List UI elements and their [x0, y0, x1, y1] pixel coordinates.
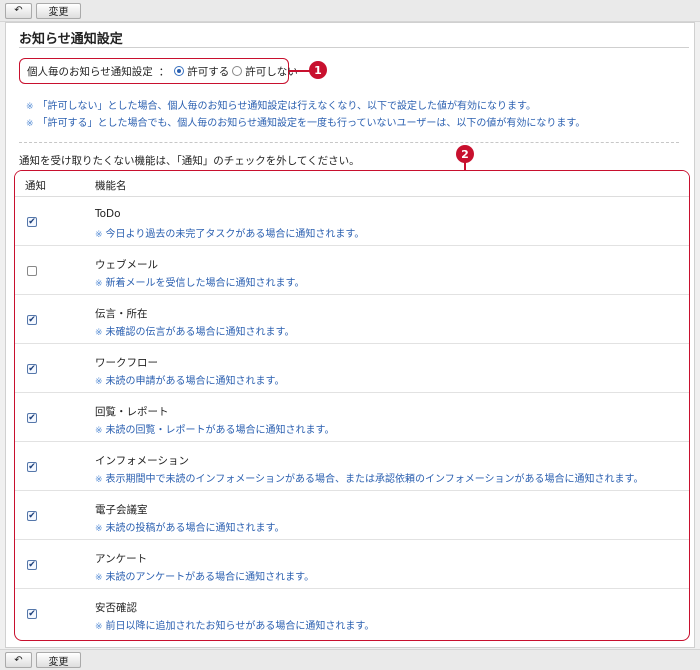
- function-name: 電子会議室: [95, 504, 148, 516]
- notify-checkbox[interactable]: ✔: [27, 364, 37, 374]
- note-star-icon: ※: [95, 622, 103, 632]
- note-star-icon: ※: [95, 573, 103, 583]
- note-2-text: 「許可する」とした場合でも、個人毎のお知らせ通知設定を一度も行っていないユーザー…: [37, 118, 586, 129]
- function-name: 伝言・所在: [95, 308, 148, 320]
- notify-checkbox[interactable]: ✔: [27, 609, 37, 619]
- change-button[interactable]: 変更: [36, 652, 81, 668]
- function-name: アンケート: [95, 553, 148, 565]
- personal-setting-label: 個人毎のお知らせ通知設定: [27, 65, 153, 78]
- label-separator: ：: [158, 65, 170, 78]
- header-function-name: 機能名: [95, 180, 127, 192]
- notify-checkbox[interactable]: [27, 266, 37, 276]
- table-row: ✔ ワークフロー ※ 未読の申請がある場合に通知されます。: [15, 344, 689, 393]
- function-desc: ※ 新着メールを受信した場合に通知されます。: [95, 274, 305, 289]
- function-name: ワークフロー: [95, 357, 158, 369]
- notify-checkbox[interactable]: ✔: [27, 511, 37, 521]
- note-2: ※ 「許可する」とした場合でも、個人毎のお知らせ通知設定を一度も行っていないユーザ…: [26, 114, 585, 129]
- function-desc: ※ 未読のアンケートがある場合に通知されます。: [95, 568, 314, 583]
- function-name: インフォメーション: [95, 455, 189, 467]
- table-row: ✔ ToDo ※ 今日より過去の未完了タスクがある場合に通知されます。: [15, 197, 689, 246]
- function-desc-text: 前日以降に追加されたお知らせがある場合に通知されます。: [105, 621, 375, 632]
- page-title: お知らせ通知設定: [19, 32, 123, 47]
- function-name: 回覧・レポート: [95, 406, 169, 418]
- function-desc-text: 未確認の伝言がある場合に通知されます。: [105, 327, 295, 338]
- dashed-divider: [19, 142, 679, 143]
- function-desc-text: 今日より過去の未完了タスクがある場合に通知されます。: [105, 229, 365, 240]
- radio-allow[interactable]: 許可する: [174, 64, 229, 79]
- back-arrow-icon: ↶: [14, 654, 23, 666]
- instruction-text: 通知を受け取りたくない機能は、「通知」のチェックを外してください。: [19, 155, 360, 167]
- function-desc: ※ 未読の投稿がある場合に通知されます。: [95, 519, 285, 534]
- notify-checkbox[interactable]: ✔: [27, 413, 37, 423]
- table-row: ✔ 伝言・所在 ※ 未確認の伝言がある場合に通知されます。: [15, 295, 689, 344]
- table-header: 通知 機能名: [15, 171, 689, 197]
- table-row: ウェブメール ※ 新着メールを受信した場合に通知されます。: [15, 246, 689, 295]
- radio-allow-label: 許可する: [187, 65, 230, 78]
- function-name: 安否確認: [95, 602, 137, 614]
- header-notify: 通知: [25, 180, 46, 192]
- bottom-toolbar: ↶ 変更: [0, 649, 700, 670]
- table-row: ✔ インフォメーション ※ 表示期間中で未読のインフォメーションがある場合、または…: [15, 442, 689, 491]
- title-divider: [19, 47, 689, 48]
- back-button[interactable]: ↶: [5, 2, 32, 19]
- back-button[interactable]: ↶: [5, 652, 32, 668]
- note-star-icon: ※: [95, 279, 103, 289]
- note-star-icon: ※: [95, 328, 103, 338]
- notify-checkbox[interactable]: ✔: [27, 315, 37, 325]
- notify-checkbox[interactable]: ✔: [27, 217, 37, 227]
- function-desc-text: 未読のアンケートがある場合に通知されます。: [105, 572, 315, 583]
- function-desc: ※ 未読の申請がある場合に通知されます。: [95, 372, 285, 387]
- marker-1-badge: 1: [309, 61, 327, 79]
- change-button[interactable]: 変更: [36, 2, 81, 19]
- note-star-icon: ※: [95, 475, 103, 485]
- function-desc-text: 表示期間中で未読のインフォメーションがある場合、または承認依頼のインフォメーショ…: [105, 474, 644, 485]
- note-2-star-icon: ※: [26, 119, 34, 129]
- table-row: ✔ 回覧・レポート ※ 未読の回覧・レポートがある場合に通知されます。: [15, 393, 689, 442]
- function-desc-text: 新着メールを受信した場合に通知されます。: [105, 278, 305, 289]
- note-star-icon: ※: [95, 377, 103, 387]
- marker-2-badge: 2: [456, 145, 474, 163]
- note-1-text: 「許可しない」とした場合、個人毎のお知らせ通知設定は行えなくなり、以下で設定した…: [37, 101, 536, 112]
- function-desc-text: 未読の投稿がある場合に通知されます。: [105, 523, 285, 534]
- table-row: ✔ アンケート ※ 未読のアンケートがある場合に通知されます。: [15, 540, 689, 589]
- marker-1-leader: [289, 70, 311, 72]
- notify-checkbox[interactable]: ✔: [27, 462, 37, 472]
- notification-table: 通知 機能名 ✔ ToDo ※ 今日より過去の未完了タスクがある場合に通知されます…: [14, 170, 690, 641]
- note-1-star-icon: ※: [26, 102, 34, 112]
- table-row: ✔ 電子会議室 ※ 未読の投稿がある場合に通知されます。: [15, 491, 689, 540]
- function-desc: ※ 今日より過去の未完了タスクがある場合に通知されます。: [95, 225, 364, 240]
- top-toolbar: ↶ 変更: [0, 0, 700, 22]
- table-row: ✔ 安否確認 ※ 前日以降に追加されたお知らせがある場合に通知されます。: [15, 589, 689, 638]
- radio-allow-circle[interactable]: [174, 66, 185, 76]
- notify-checkbox[interactable]: ✔: [27, 560, 37, 570]
- note-star-icon: ※: [95, 426, 103, 436]
- radio-deny-circle[interactable]: [232, 66, 243, 76]
- personal-setting-box: 個人毎のお知らせ通知設定 ： 許可する 許可しない: [19, 58, 298, 84]
- note-star-icon: ※: [95, 230, 103, 240]
- function-desc: ※ 未確認の伝言がある場合に通知されます。: [95, 323, 295, 338]
- function-desc: ※ 前日以降に追加されたお知らせがある場合に通知されます。: [95, 617, 374, 632]
- note-1: ※ 「許可しない」とした場合、個人毎のお知らせ通知設定は行えなくなり、以下で設定し…: [26, 97, 536, 112]
- function-desc-text: 未読の回覧・レポートがある場合に通知されます。: [105, 425, 335, 436]
- function-desc: ※ 表示期間中で未読のインフォメーションがある場合、または承認依頼のインフォメーシ…: [95, 470, 644, 485]
- function-name: ウェブメール: [95, 259, 158, 271]
- function-name: ToDo: [95, 208, 121, 220]
- radio-deny[interactable]: 許可しない: [232, 64, 298, 79]
- back-arrow-icon: ↶: [14, 5, 23, 16]
- function-desc: ※ 未読の回覧・レポートがある場合に通知されます。: [95, 421, 335, 436]
- function-desc-text: 未読の申請がある場合に通知されます。: [105, 376, 285, 387]
- note-star-icon: ※: [95, 524, 103, 534]
